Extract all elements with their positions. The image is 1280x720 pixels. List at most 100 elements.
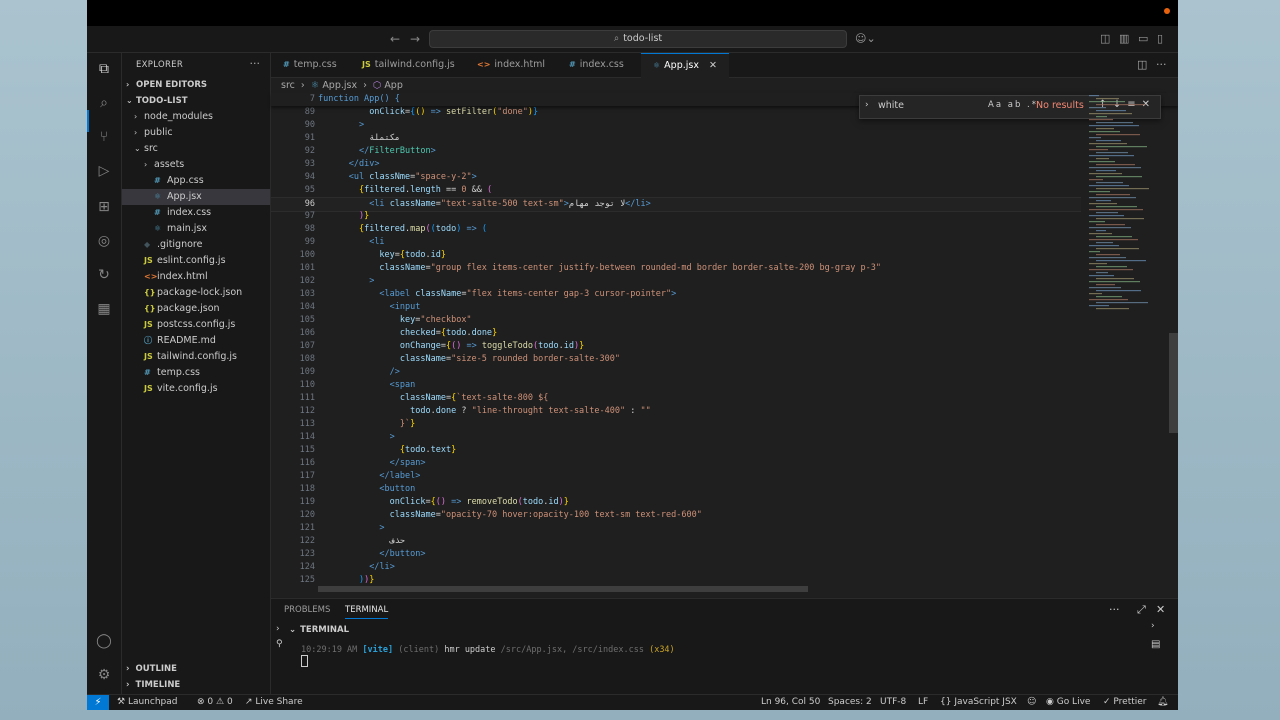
run-debug-icon[interactable]: ▷ bbox=[96, 163, 112, 179]
tree-item-node-modules[interactable]: › node_modules bbox=[122, 109, 270, 125]
tree-item-package-lock-json[interactable]: {} package-lock.json bbox=[122, 285, 270, 301]
tree-item-readme-md[interactable]: ⓘ README.md bbox=[122, 333, 270, 349]
code-line[interactable]: 123 </button> bbox=[271, 548, 1081, 561]
tree-item-package-json[interactable]: {} package.json bbox=[122, 301, 270, 317]
problems-status[interactable]: ⊗ 0 ⚠ 0 bbox=[197, 695, 233, 710]
code-line[interactable]: 95 {filtered.length == 0 && ( bbox=[271, 184, 1081, 197]
toggle-panel-icon[interactable]: ▭ bbox=[1138, 32, 1148, 45]
code-line[interactable]: 118 <button bbox=[271, 483, 1081, 496]
notifications-bell-icon[interactable]: 🔔︎ bbox=[1157, 695, 1168, 710]
toggle-primary-sidebar-icon[interactable]: ▥ bbox=[1119, 32, 1129, 45]
command-center[interactable]: ⌕ todo-list bbox=[429, 30, 847, 48]
tab-temp-css[interactable]: # temp.css bbox=[271, 53, 349, 77]
find-input[interactable]: white bbox=[878, 100, 904, 111]
launchpad-item[interactable]: ⚒ Launchpad bbox=[117, 695, 177, 710]
terminal-chevron-icon[interactable]: › bbox=[1151, 621, 1155, 631]
code-line[interactable]: 93 </div> bbox=[271, 158, 1081, 171]
code-line[interactable]: 105 key="checkbox" bbox=[271, 314, 1081, 327]
open-editors-section[interactable]: › OPEN EDITORS bbox=[122, 77, 270, 93]
end-of-line[interactable]: LF bbox=[918, 695, 928, 710]
breadcrumb-file[interactable]: App.jsx bbox=[322, 80, 357, 91]
close-tab-icon[interactable]: ✕ bbox=[709, 60, 717, 71]
timeline-section[interactable]: › TIMELINE bbox=[122, 677, 270, 693]
source-control-icon[interactable]: ⑂ bbox=[96, 129, 112, 145]
vertical-scrollbar[interactable] bbox=[1169, 333, 1178, 433]
code-line[interactable]: 99 <li bbox=[271, 236, 1081, 249]
minimap[interactable] bbox=[1087, 93, 1177, 313]
tab-tailwind-config-js[interactable]: JS tailwind.config.js bbox=[350, 53, 467, 77]
panel-pin-icon[interactable]: ⚲ bbox=[276, 639, 283, 649]
terminal-header[interactable]: ⌄ TERMINAL bbox=[289, 625, 349, 635]
tree-item-main-jsx[interactable]: ⚛ main.jsx bbox=[122, 221, 270, 237]
tab-index-html[interactable]: <> index.html bbox=[465, 53, 557, 77]
breadcrumb-symbol[interactable]: App bbox=[384, 80, 403, 91]
tree-item-app-css[interactable]: # App.css bbox=[122, 173, 270, 189]
tree-item-app-jsx[interactable]: ⚛ App.jsx bbox=[122, 189, 270, 205]
code-line[interactable]: 115 {todo.text} bbox=[271, 444, 1081, 457]
forward-arrow-icon[interactable]: → bbox=[410, 32, 420, 46]
code-line[interactable]: 124 </li> bbox=[271, 561, 1081, 574]
tree-item-index-css[interactable]: # index.css bbox=[122, 205, 270, 221]
code-line[interactable]: 103 <label className="flex items-center … bbox=[271, 288, 1081, 301]
breadcrumb-folder[interactable]: src bbox=[281, 80, 295, 91]
code-line[interactable]: 92 </FilterButton> bbox=[271, 145, 1081, 158]
toggle-replace-icon[interactable]: › bbox=[865, 100, 869, 110]
maximize-panel-icon[interactable]: ⤢ bbox=[1137, 603, 1146, 617]
code-line[interactable]: 111 className={`text-salte-800 ${ bbox=[271, 392, 1081, 405]
tree-item-src[interactable]: ⌄ src bbox=[122, 141, 270, 157]
docker-icon[interactable]: ▦ bbox=[96, 301, 112, 317]
code-line[interactable]: 121 > bbox=[271, 522, 1081, 535]
code-line[interactable]: 112 todo.done ? "line-throught text-salt… bbox=[271, 405, 1081, 418]
go-live[interactable]: ◉ Go Live bbox=[1046, 695, 1090, 710]
code-line[interactable]: 101 className="group flex items-center j… bbox=[271, 262, 1081, 275]
close-panel-icon[interactable]: ✕ bbox=[1156, 603, 1165, 616]
tab-index-css[interactable]: # index.css bbox=[557, 53, 636, 77]
tree-item-public[interactable]: › public bbox=[122, 125, 270, 141]
account-icon[interactable]: ◯ bbox=[96, 633, 112, 649]
code-line[interactable]: 94 <ul classNme="space-y-2"> bbox=[271, 171, 1081, 184]
more-actions-icon[interactable]: ··· bbox=[250, 57, 261, 70]
code-line[interactable]: 98 {filtered.map((todo) => ( bbox=[271, 223, 1081, 236]
code-line[interactable]: 117 </label> bbox=[271, 470, 1081, 483]
back-arrow-icon[interactable]: ← bbox=[390, 32, 400, 46]
tree-item-index-html[interactable]: <>index.html bbox=[122, 269, 270, 285]
live-share-status[interactable]: ↗ Live Share bbox=[245, 695, 303, 710]
extensions-icon[interactable]: ⊞ bbox=[96, 199, 112, 215]
tab-problems[interactable]: PROBLEMS bbox=[284, 605, 330, 615]
code-line[interactable]: 119 onClick={() => removeTodo(todo.id)} bbox=[271, 496, 1081, 509]
tree-item-vite-config-js[interactable]: JS vite.config.js bbox=[122, 381, 270, 397]
panel-more-icon[interactable]: ··· bbox=[1109, 603, 1120, 616]
code-line[interactable]: 108 className="size-5 rounded border-sal… bbox=[271, 353, 1081, 366]
code-line[interactable]: 91 مكتملة bbox=[271, 132, 1081, 145]
tree-item-assets[interactable]: › assets bbox=[122, 157, 270, 173]
editor-more-icon[interactable]: ··· bbox=[1156, 58, 1167, 71]
code-line[interactable]: 110 <span bbox=[271, 379, 1081, 392]
code-line[interactable]: 120 className="opacity-70 hover:opacity-… bbox=[271, 509, 1081, 522]
code-line[interactable]: 122 حذف bbox=[271, 535, 1081, 548]
split-editor-icon[interactable]: ◫ bbox=[1137, 58, 1147, 71]
explorer-icon[interactable]: ⧉ bbox=[96, 61, 112, 77]
code-editor[interactable]: 89 onClick={() => setFilter("done")} 90 >… bbox=[271, 93, 1178, 593]
toggle-sidebar-icon[interactable]: ◫ bbox=[1100, 32, 1110, 45]
tree-item-postcss-config-js[interactable]: JS postcss.config.js bbox=[122, 317, 270, 333]
find-options[interactable]: Aa ab .* bbox=[988, 100, 1038, 110]
search-icon[interactable]: ⌕ bbox=[96, 95, 112, 111]
outline-section[interactable]: › OUTLINE bbox=[122, 661, 270, 677]
code-line[interactable]: 107 onChange={() => toggleTodo(todo.id)} bbox=[271, 340, 1081, 353]
code-line[interactable]: 102 > bbox=[271, 275, 1081, 288]
code-line[interactable]: 114 > bbox=[271, 431, 1081, 444]
code-line[interactable]: 106 checked={todo.done} bbox=[271, 327, 1081, 340]
gitlens-icon[interactable]: ◎ bbox=[96, 233, 112, 249]
tree-item-gitignore[interactable]: ◆ .gitignore bbox=[122, 237, 270, 253]
code-line[interactable]: 113 }`} bbox=[271, 418, 1081, 431]
code-line[interactable]: 90 > bbox=[271, 119, 1081, 132]
tree-item-eslint-config-js[interactable]: JS eslint.config.js bbox=[122, 253, 270, 269]
copilot-icon[interactable]: ☺⌄ bbox=[855, 32, 876, 45]
tree-item-tailwind-config-js[interactable]: JS tailwind.config.js bbox=[122, 349, 270, 365]
remote-indicator-icon[interactable]: ⚡ bbox=[87, 695, 109, 710]
prettier[interactable]: ✓ Prettier bbox=[1103, 695, 1147, 710]
code-line[interactable]: 97 )} bbox=[271, 210, 1081, 223]
code-line[interactable]: 100 key={todo.id} bbox=[271, 249, 1081, 262]
horizontal-scrollbar[interactable] bbox=[318, 586, 808, 592]
code-line[interactable]: 116 </span> bbox=[271, 457, 1081, 470]
